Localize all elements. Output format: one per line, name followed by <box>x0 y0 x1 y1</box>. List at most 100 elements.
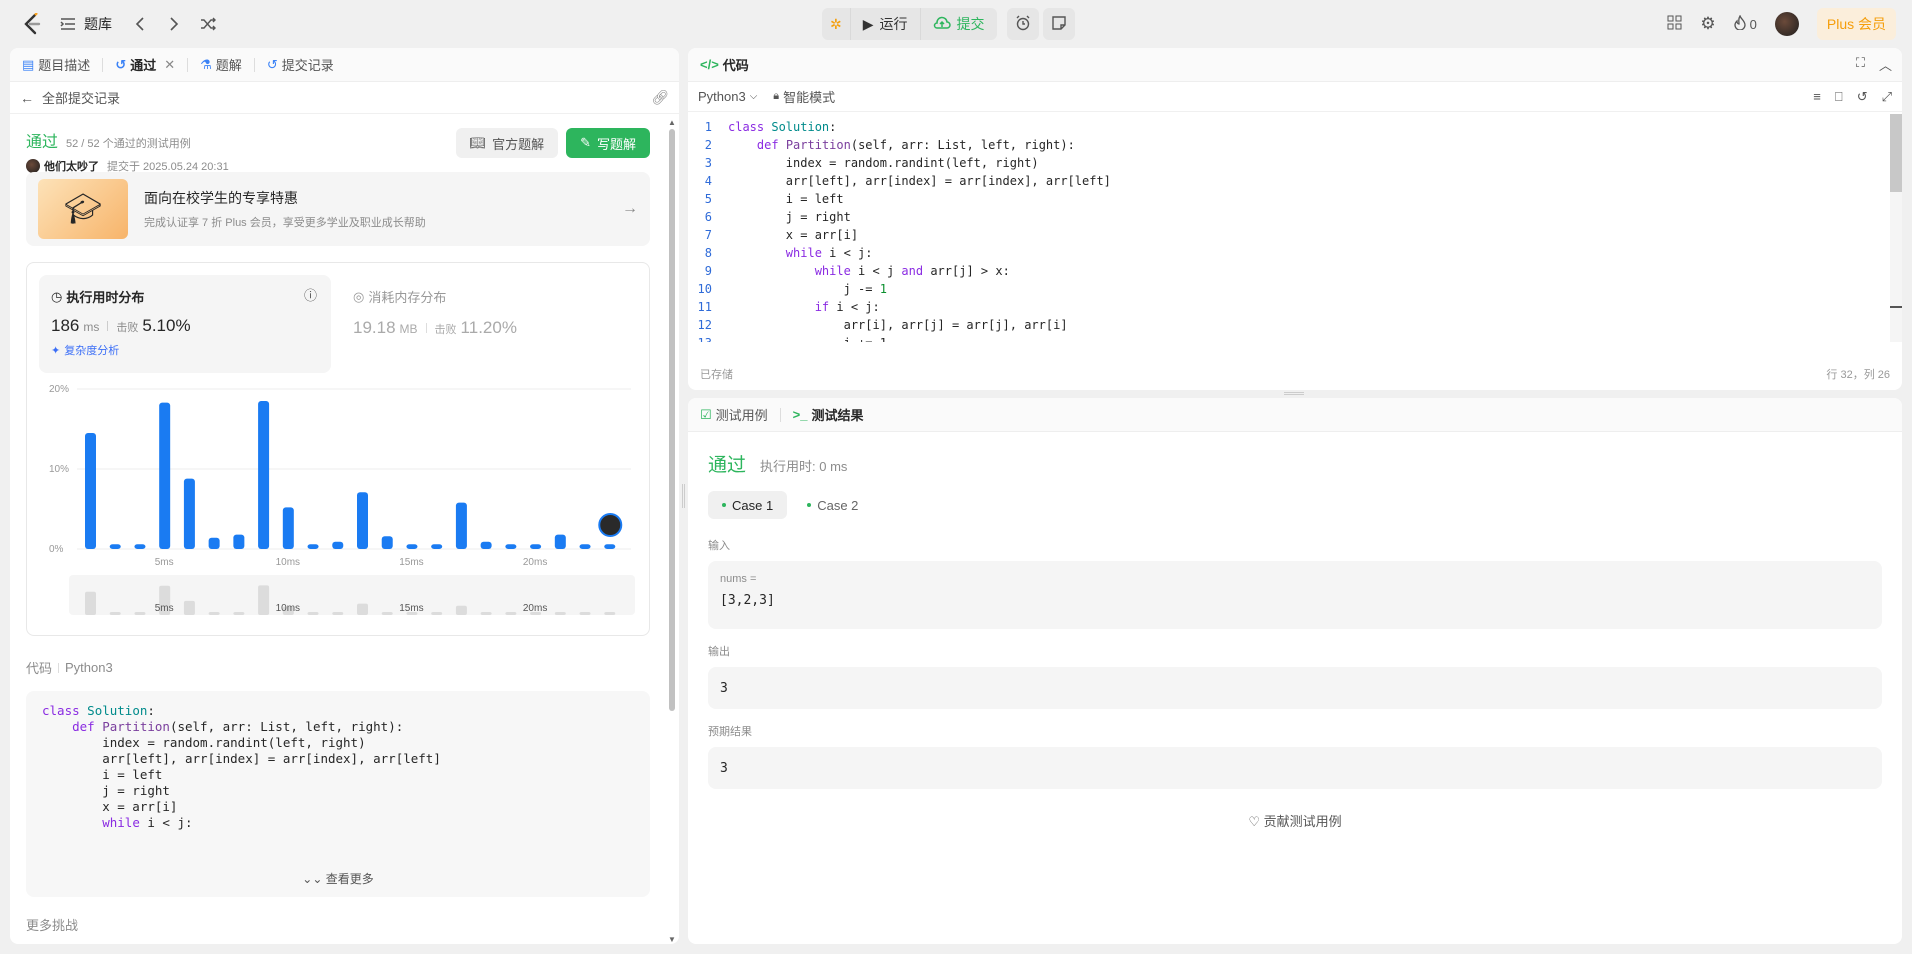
runtime-value: 186 <box>51 316 80 335</box>
run-button[interactable]: ▶ 运行 <box>849 8 920 40</box>
editor-scrollbar[interactable] <box>1890 114 1902 342</box>
code-line: i = left <box>42 767 163 782</box>
brush-bar <box>208 612 220 615</box>
close-icon[interactable]: ✕ <box>164 57 175 73</box>
plus-member-button[interactable]: Plus 会员 <box>1816 8 1896 40</box>
chart-bar[interactable] <box>579 544 591 549</box>
format-icon[interactable]: ≡ <box>1813 89 1821 105</box>
chart-bar[interactable] <box>480 541 492 549</box>
chart-bar[interactable] <box>134 544 146 549</box>
panel-resize-handle[interactable] <box>1284 392 1304 395</box>
chart-bar[interactable] <box>109 544 121 549</box>
reset-icon[interactable]: ↺ <box>1857 89 1868 105</box>
expand-icon[interactable]: ⤢ <box>1882 89 1892 105</box>
chart-bar[interactable] <box>505 544 517 549</box>
user-avatar[interactable] <box>1774 12 1799 36</box>
write-solution-button[interactable]: ✎ 写题解 <box>566 128 650 158</box>
layout-grid-icon[interactable] <box>1667 15 1682 33</box>
left-scrollbar[interactable]: ▲ ▼ <box>667 118 677 944</box>
line-number: 5 <box>704 192 712 206</box>
back-to-submissions[interactable]: ← 全部提交记录 <box>20 88 120 107</box>
memory-card[interactable]: ◎ 消耗内存分布 19.18 MB 击败 11.20% <box>353 287 517 338</box>
promo-title: 面向在校学生的专享特惠 <box>144 190 298 206</box>
case-2-tab[interactable]: Case 2 <box>797 491 868 519</box>
chart-bar[interactable] <box>406 544 418 549</box>
tab-code[interactable]: </> 代码 <box>698 55 751 74</box>
complexity-analysis-link[interactable]: ✦ 复杂度分析 <box>51 342 319 358</box>
info-icon[interactable]: ⓘ <box>304 285 317 304</box>
code-language: Python3 <box>65 660 113 675</box>
chart-bar[interactable] <box>357 492 368 549</box>
chevron-down-icon: ⌵ <box>749 91 758 102</box>
chart-bar[interactable] <box>307 544 319 549</box>
tab-solutions[interactable]: ⚗ 题解 <box>198 55 244 74</box>
code-editor-panel: </> 代码 ⛶ ︿ Python3 ⌵ 🔒︎ 智能模式 ≡ ⎕ ↺ ⤢ 1 cl… <box>688 48 1902 390</box>
write-solution-label: 写题解 <box>596 136 636 152</box>
your-submission-avatar[interactable] <box>598 513 623 537</box>
streak-counter[interactable]: 0 <box>1733 14 1757 33</box>
memory-beats: 11.20% <box>460 318 517 337</box>
contribute-testcase-button[interactable]: ♡ 贡献测试用例 <box>708 811 1882 830</box>
chart-bar[interactable] <box>208 537 220 549</box>
fullscreen-icon[interactable]: ⛶ <box>1856 55 1865 74</box>
tab-submissions-label: 提交记录 <box>281 58 334 73</box>
code-line: while i < j: <box>102 815 193 830</box>
saved-status: 已存储 <box>700 369 733 381</box>
chart-bar[interactable] <box>159 402 171 549</box>
tab-description[interactable]: ▤ 题目描述 <box>20 55 92 74</box>
submit-button[interactable]: 提交 <box>919 8 997 40</box>
tab-testcase[interactable]: ☑ 测试用例 <box>698 405 770 424</box>
tab-test-result[interactable]: >_ 测试结果 <box>791 405 866 424</box>
alarm-button[interactable] <box>1006 8 1039 40</box>
expected-box: 3 <box>708 747 1882 789</box>
tab-accepted[interactable]: ↺ 通过 ✕ <box>113 55 177 74</box>
chart-bar[interactable] <box>233 534 245 549</box>
brush-bar <box>604 612 616 615</box>
chart-bar[interactable] <box>332 541 344 549</box>
chart-bar[interactable] <box>85 433 96 549</box>
collapse-up-icon[interactable]: ︿ <box>1879 55 1892 74</box>
code-editor[interactable]: 1 class Solution: 2 def Partition(self, ar… <box>688 114 1888 342</box>
terminal-icon: >_ <box>792 407 808 422</box>
line-number: 9 <box>704 264 712 278</box>
chart-bar[interactable] <box>431 544 443 549</box>
prev-problem-icon[interactable] <box>126 10 154 38</box>
see-more-button[interactable]: ⌄⌄ 查看更多 <box>26 870 650 887</box>
chart-bar[interactable] <box>183 478 195 549</box>
flask-icon: ⚗ <box>200 56 212 72</box>
language-select[interactable]: Python3 ⌵ <box>698 89 757 104</box>
list-icon[interactable] <box>54 10 82 38</box>
runtime-distribution-chart[interactable]: 20% 10% 0% 5ms 10ms 15ms 20ms 5ms 10ms 15ms 20ms <box>27 381 649 631</box>
chart-bar[interactable] <box>258 401 270 549</box>
tab-test-result-label: 测试结果 <box>811 408 864 423</box>
chart-bar[interactable] <box>604 544 616 549</box>
next-problem-icon[interactable] <box>160 10 188 38</box>
leetcode-logo-icon[interactable] <box>16 8 48 40</box>
debug-button[interactable]: ✲ <box>822 8 850 40</box>
vertical-resize-handle[interactable] <box>682 484 685 508</box>
official-solution-button[interactable]: 📖︎ 官方题解 <box>455 128 559 158</box>
smart-mode-toggle[interactable]: 🔒︎ 智能模式 <box>773 87 835 106</box>
link-icon[interactable]: 🔗︎ <box>651 89 669 106</box>
bookmark-icon[interactable]: ⎕ <box>1835 89 1843 105</box>
code-line: j = right <box>42 783 170 798</box>
chart-bar[interactable] <box>554 534 566 549</box>
history-icon: ↺ <box>266 56 278 72</box>
problem-bank-link[interactable]: 题库 <box>84 14 112 34</box>
chart-bar[interactable] <box>455 502 467 549</box>
code-line: def Partition(self, arr: List, left, rig… <box>72 719 404 734</box>
chart-bar[interactable] <box>381 536 393 549</box>
test-runtime: 执行用时: 0 ms <box>760 459 848 474</box>
chart-bar[interactable] <box>530 544 542 549</box>
tab-submissions[interactable]: ↺ 提交记录 <box>265 55 336 74</box>
note-button[interactable] <box>1042 8 1075 40</box>
runtime-card[interactable]: ◷ 执行用时分布 ⓘ 186 ms 击败 5.10% ✦ 复杂度分析 <box>39 275 331 373</box>
alarm-clock-icon <box>1015 15 1031 34</box>
student-promo-banner[interactable]: 🎓︎ 面向在校学生的专享特惠 完成认证享 7 折 Plus 会员，享受更多学业及… <box>26 172 650 246</box>
settings-gear-icon[interactable]: ⚙ <box>1700 14 1715 34</box>
shuffle-icon[interactable] <box>194 10 222 38</box>
play-icon: ▶ <box>862 15 874 32</box>
cloud-upload-icon <box>933 16 951 33</box>
case-1-tab[interactable]: Case 1 <box>708 491 788 519</box>
chart-bar[interactable] <box>282 507 294 549</box>
